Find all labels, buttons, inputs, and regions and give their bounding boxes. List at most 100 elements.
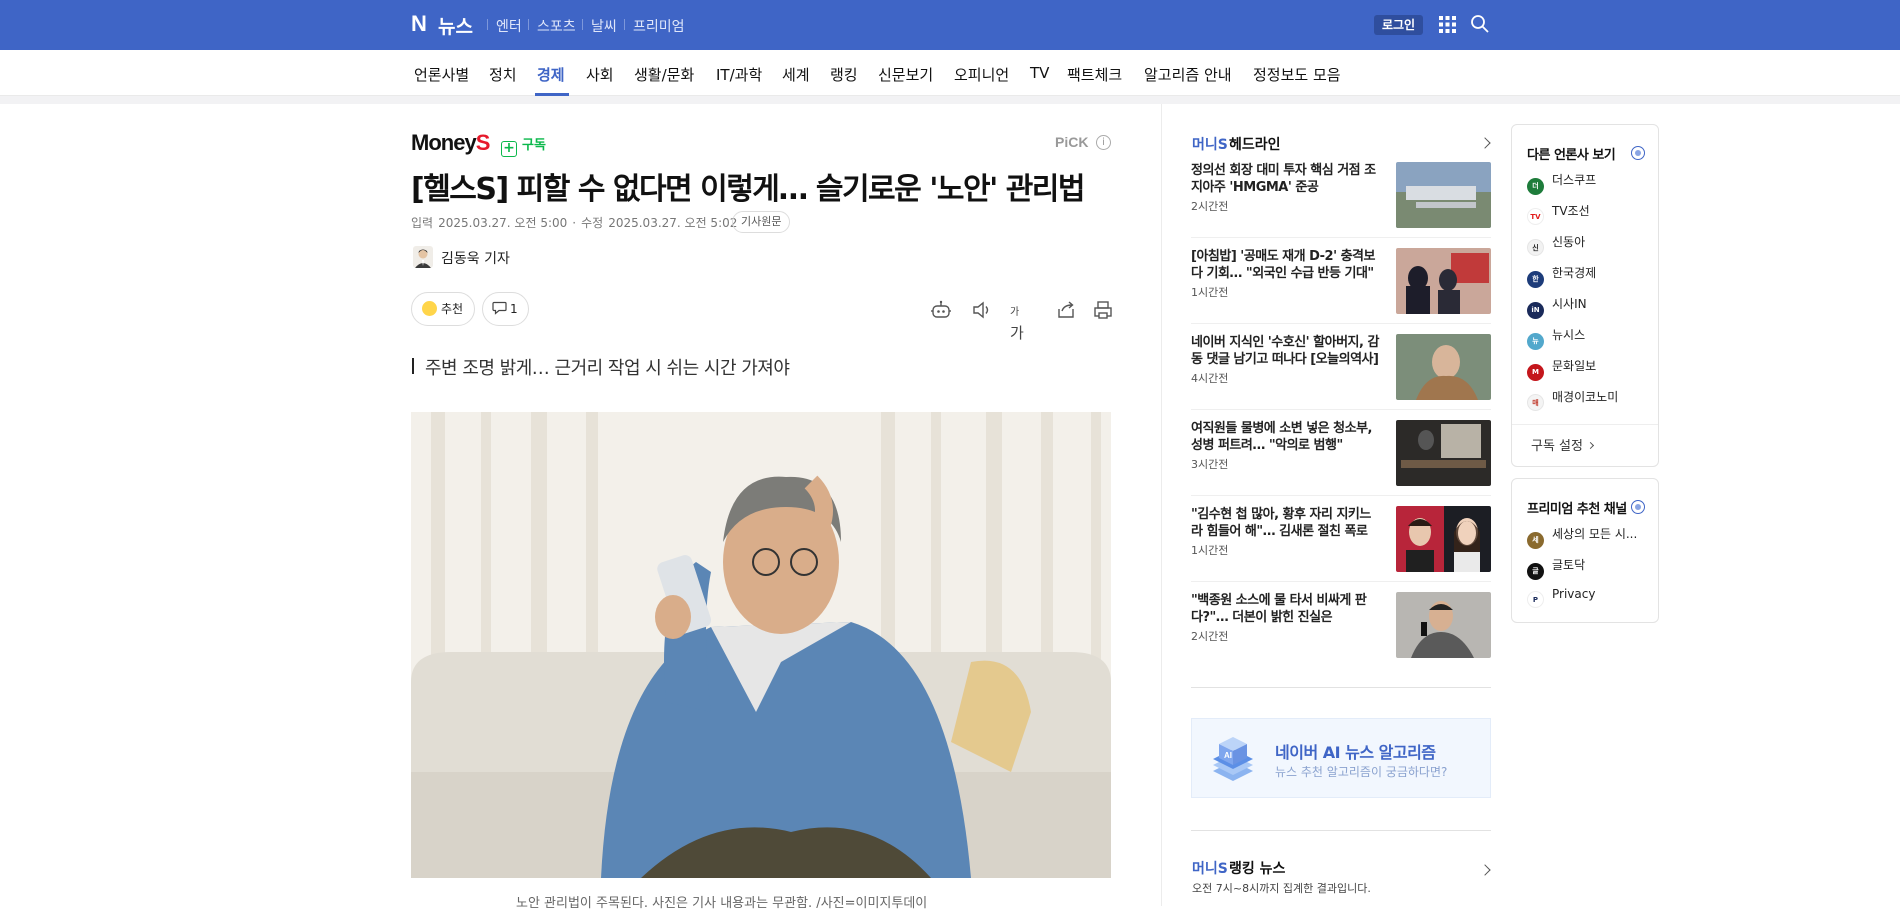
category-politics[interactable]: 정치 bbox=[489, 64, 517, 85]
headline-item[interactable]: 네이버 지식인 '수호신' 할아버지, 감동 댓글 남기고 떠나다 [오늘의역사… bbox=[1191, 334, 1491, 420]
ranking-brand[interactable]: 머니S bbox=[1192, 858, 1228, 878]
headline-item[interactable]: [아침밥] '공매도 재개 D-2' 충격보다 기회… "외국인 수급 반등 기… bbox=[1191, 248, 1491, 334]
article-photo[interactable] bbox=[411, 412, 1111, 878]
summary-bot-icon[interactable] bbox=[930, 300, 952, 320]
category-factcheck[interactable]: 팩트체크 bbox=[1067, 64, 1122, 85]
ai-news-banner[interactable]: AI 네이버 AI 뉴스 알고리즘 뉴스 추천 알고리즘이 궁금하다면? bbox=[1191, 718, 1491, 798]
ai-banner-subtitle: 뉴스 추천 알고리즘이 궁금하다면? bbox=[1275, 765, 1448, 779]
category-tv[interactable]: TV bbox=[1030, 64, 1049, 82]
press-logo[interactable]: MoneyS bbox=[411, 130, 491, 156]
apps-grid-icon[interactable] bbox=[1439, 16, 1456, 33]
headline-item[interactable]: "백종원 소스에 물 타서 비싸게 판다?"… 더본이 밝힌 진실은 2시간전 bbox=[1191, 592, 1491, 678]
premium-item[interactable]: 세 세상의 모든 시... bbox=[1527, 525, 1638, 549]
press-item[interactable]: 더 더스쿠프 bbox=[1527, 171, 1597, 195]
press-logo-icon: M bbox=[1527, 364, 1544, 381]
headline-title[interactable]: [아침밥] '공매도 재개 D-2' 충격보다 기회… "외국인 수급 반등 기… bbox=[1191, 248, 1381, 282]
press-item[interactable]: M 문화일보 bbox=[1527, 357, 1596, 381]
headline-divider bbox=[1191, 237, 1491, 238]
headline-thumbnail[interactable] bbox=[1396, 162, 1491, 228]
headline-thumbnail[interactable] bbox=[1396, 248, 1491, 314]
subscription-settings-link[interactable]: 구독 설정 bbox=[1531, 435, 1595, 454]
refresh-icon[interactable] bbox=[1631, 146, 1645, 160]
print-icon[interactable] bbox=[1092, 300, 1114, 320]
top-menu-weather[interactable]: 날씨 bbox=[591, 16, 617, 36]
section-divider bbox=[1191, 687, 1491, 688]
press-logo-main: Money bbox=[411, 130, 477, 155]
chevron-right-icon[interactable] bbox=[1479, 864, 1491, 876]
other-press-title: 다른 언론사 보기 bbox=[1527, 148, 1616, 163]
plus-icon: + bbox=[501, 141, 517, 157]
font-size-icon[interactable]: 가가 bbox=[1010, 300, 1032, 342]
share-icon[interactable] bbox=[1055, 300, 1077, 320]
news-logo-text[interactable]: 뉴스 bbox=[438, 12, 473, 39]
top-menu-entertainment[interactable]: 엔터 bbox=[496, 16, 522, 36]
headline-title[interactable]: 정의선 회장 대미 투자 핵심 거점 조지아주 'HMGMA' 준공 bbox=[1191, 162, 1381, 196]
headline-thumbnail[interactable] bbox=[1396, 420, 1491, 486]
ranking-section-title[interactable]: 랭킹 뉴스 bbox=[1229, 858, 1285, 878]
press-name: 뉴시스 bbox=[1552, 328, 1586, 342]
press-item[interactable]: iN 시사IN bbox=[1527, 295, 1587, 319]
subscribe-button[interactable]: + 구독 bbox=[501, 134, 546, 157]
naver-logo[interactable]: N bbox=[411, 13, 429, 35]
headline-item[interactable]: 정의선 회장 대미 투자 핵심 거점 조지아주 'HMGMA' 준공 2시간전 bbox=[1191, 162, 1491, 248]
category-life-culture[interactable]: 생활/문화 bbox=[634, 64, 694, 85]
category-newspaper[interactable]: 신문보기 bbox=[878, 64, 933, 85]
channel-name: 세상의 모든 시... bbox=[1552, 527, 1638, 541]
chevron-right-icon[interactable] bbox=[1479, 137, 1491, 149]
top-menu-premium[interactable]: 프리미엄 bbox=[633, 16, 685, 36]
ai-cube-icon: AI bbox=[1213, 737, 1253, 781]
premium-item[interactable]: 글 글토닥 bbox=[1527, 556, 1586, 580]
info-icon[interactable]: i bbox=[1096, 135, 1111, 150]
category-press[interactable]: 언론사별 bbox=[414, 64, 469, 85]
headline-thumbnail[interactable] bbox=[1396, 506, 1491, 572]
press-name: 더스쿠프 bbox=[1552, 173, 1597, 187]
category-economy[interactable]: 경제 bbox=[537, 64, 565, 85]
headline-thumbnail[interactable] bbox=[1396, 334, 1491, 400]
original-article-button[interactable]: 기사원문 bbox=[732, 211, 791, 233]
headline-section-title[interactable]: 헤드라인 bbox=[1229, 134, 1281, 154]
category-algorithm[interactable]: 알고리즘 안내 bbox=[1144, 64, 1232, 85]
press-name: 신동아 bbox=[1552, 235, 1586, 249]
headline-title[interactable]: 여직원들 물병에 소변 넣은 청소부, 성병 퍼트려… "악의로 범행" bbox=[1191, 420, 1381, 454]
category-it-science[interactable]: IT/과학 bbox=[716, 64, 762, 85]
category-opinion[interactable]: 오피니언 bbox=[954, 64, 1009, 85]
headline-thumbnail[interactable] bbox=[1396, 592, 1491, 658]
premium-item[interactable]: P Privacy bbox=[1527, 587, 1595, 608]
reporter-name[interactable]: 김동욱 기자 bbox=[441, 248, 510, 268]
headline-item[interactable]: 여직원들 물병에 소변 넣은 청소부, 성병 퍼트려… "악의로 범행" 3시간… bbox=[1191, 420, 1491, 506]
category-world[interactable]: 세계 bbox=[782, 64, 810, 85]
pick-label: PiCK bbox=[1055, 134, 1089, 150]
headline-time: 2시간전 bbox=[1191, 630, 1229, 643]
category-nav: 언론사별 정치 경제 사회 생활/문화 IT/과학 세계 랭킹 신문보기 오피니… bbox=[0, 50, 1900, 96]
speaker-icon[interactable] bbox=[971, 300, 993, 320]
comment-icon bbox=[492, 301, 507, 315]
reporter-avatar[interactable] bbox=[413, 246, 433, 268]
section-divider bbox=[1191, 830, 1491, 831]
headline-brand[interactable]: 머니S bbox=[1192, 134, 1228, 154]
recommend-button[interactable]: 추천 bbox=[411, 292, 475, 326]
press-logo-icon: 뉴 bbox=[1527, 333, 1544, 350]
press-item[interactable]: 뉴 뉴시스 bbox=[1527, 326, 1586, 350]
headline-title[interactable]: "김수현 첩 많아, 황후 자리 지키느라 힘들어 해"… 김새론 절친 폭로 bbox=[1191, 506, 1381, 540]
category-society[interactable]: 사회 bbox=[586, 64, 614, 85]
headline-title[interactable]: 네이버 지식인 '수호신' 할아버지, 감동 댓글 남기고 떠나다 [오늘의역사… bbox=[1191, 334, 1381, 368]
column-divider bbox=[1161, 104, 1162, 906]
font-size-label: 가 bbox=[1010, 324, 1024, 342]
search-icon[interactable] bbox=[1470, 14, 1490, 34]
press-item[interactable]: 신 신동아 bbox=[1527, 233, 1586, 256]
login-button[interactable]: 로그인 bbox=[1374, 15, 1423, 35]
headline-item[interactable]: "김수현 첩 많아, 황후 자리 지키느라 힘들어 해"… 김새론 절친 폭로 … bbox=[1191, 506, 1491, 592]
category-corrections[interactable]: 정정보도 모음 bbox=[1253, 64, 1341, 85]
headline-title[interactable]: "백종원 소스에 물 타서 비싸게 판다?"… 더본이 밝힌 진실은 bbox=[1191, 592, 1381, 626]
press-logo-icon: 한 bbox=[1527, 271, 1544, 288]
top-menu-sports[interactable]: 스포츠 bbox=[537, 16, 576, 36]
channel-name: 글토닥 bbox=[1552, 558, 1586, 572]
press-item[interactable]: 한 한국경제 bbox=[1527, 264, 1596, 288]
refresh-icon[interactable] bbox=[1631, 500, 1645, 514]
press-logo-accent: S bbox=[475, 130, 491, 155]
press-item[interactable]: TV TV조선 bbox=[1527, 202, 1590, 225]
recommend-label: 추천 bbox=[441, 302, 464, 316]
comment-button[interactable]: 1 bbox=[482, 292, 529, 326]
category-ranking[interactable]: 랭킹 bbox=[830, 64, 858, 85]
press-item[interactable]: 매 매경이코노미 bbox=[1527, 388, 1618, 411]
